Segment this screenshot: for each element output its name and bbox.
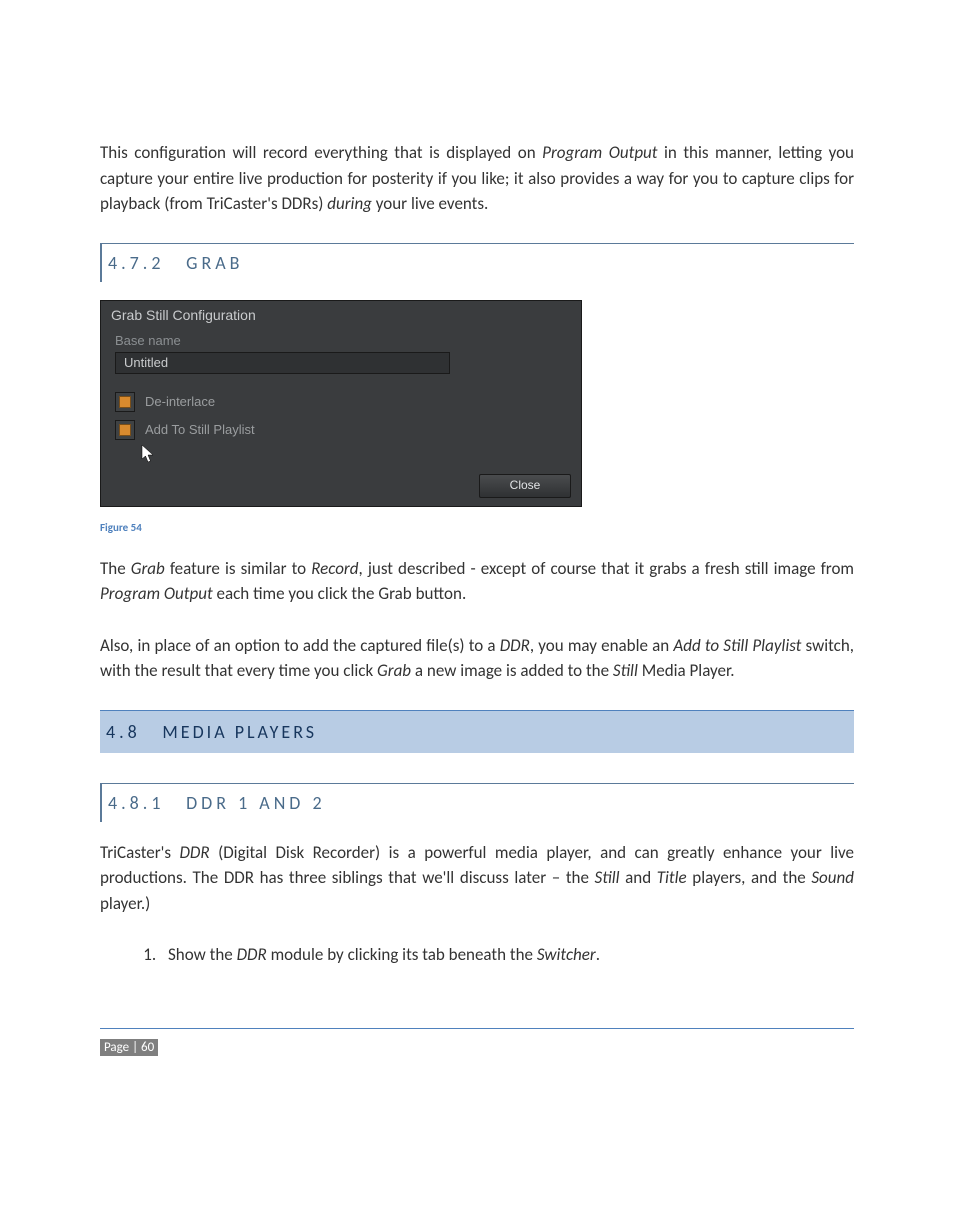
section-heading-grab: 4.7.2 GRAB: [100, 243, 854, 282]
text: Also, in place of an option to add the c…: [100, 635, 500, 656]
text-emphasis: Still: [613, 660, 638, 681]
text: a new image is added to the: [411, 660, 613, 681]
section-heading-ddr: 4.8.1 DDR 1 AND 2: [100, 783, 854, 822]
section-title: DDR 1 AND 2: [186, 792, 325, 814]
grab-still-configuration-panel: Grab Still Configuration Base name De-in…: [100, 300, 582, 507]
panel-title: Grab Still Configuration: [101, 301, 581, 327]
text-emphasis: Still: [595, 867, 620, 888]
grab-paragraph-2: Also, in place of an option to add the c…: [100, 633, 854, 684]
add-to-still-label: Add To Still Playlist: [145, 422, 255, 437]
section-title: GRAB: [186, 252, 243, 274]
text-emphasis: Program Output: [100, 583, 213, 604]
checkbox-check-icon: [119, 396, 131, 408]
text-emphasis: DDR: [500, 635, 530, 656]
text-emphasis: Add to Still Playlist: [673, 635, 801, 656]
section-title: MEDIA PLAYERS: [162, 721, 317, 743]
text: Media Player.: [638, 660, 735, 681]
figure-caption: Figure 54: [100, 521, 854, 534]
section-number: 4.8: [106, 721, 141, 743]
text-emphasis: Grab: [377, 660, 411, 681]
numbered-list: Show the DDR module by clicking its tab …: [100, 942, 854, 968]
add-to-still-row[interactable]: Add To Still Playlist: [115, 420, 571, 440]
text: players, and the: [687, 867, 812, 888]
text-emphasis: Title: [657, 867, 687, 888]
text: , you may enable an: [530, 635, 674, 656]
page-footer: Page | 60: [100, 1039, 158, 1056]
ddr-paragraph: TriCaster's DDR (Digital Disk Recorder) …: [100, 840, 854, 917]
list-item: Show the DDR module by clicking its tab …: [160, 942, 854, 968]
page: This configuration will record everythin…: [0, 0, 954, 1227]
text-emphasis: Record: [311, 558, 358, 579]
text-emphasis: Switcher: [537, 944, 596, 965]
text: This configuration will record everythin…: [100, 142, 542, 163]
text-emphasis: Program Output: [542, 142, 657, 163]
text: TriCaster's: [100, 842, 179, 863]
deinterlace-label: De-interlace: [145, 394, 215, 409]
cursor-wrap: [141, 444, 571, 464]
text: your live events.: [372, 193, 488, 214]
deinterlace-row[interactable]: De-interlace: [115, 392, 571, 412]
text: and: [620, 867, 657, 888]
panel-body: Base name De-interlace Add To Still Play…: [101, 327, 581, 474]
text: .: [596, 944, 600, 965]
text: , just described - except of course that…: [359, 558, 854, 579]
grab-paragraph-1: The Grab feature is similar to Record, j…: [100, 556, 854, 607]
text-emphasis: during: [327, 193, 372, 214]
text: player.): [100, 893, 150, 914]
section-heading-media-players: 4.8 MEDIA PLAYERS: [100, 710, 854, 753]
deinterlace-checkbox[interactable]: [115, 392, 135, 412]
section-number: 4.8.1: [108, 792, 164, 814]
checkbox-check-icon: [119, 424, 131, 436]
text-emphasis: DDR: [237, 944, 267, 965]
text-emphasis: Grab: [131, 558, 165, 579]
footer-rule: [100, 1028, 854, 1029]
text: Show the: [168, 944, 237, 965]
text-emphasis: Sound: [811, 867, 854, 888]
section-number: 4.7.2: [108, 252, 164, 274]
text-emphasis: DDR: [179, 842, 209, 863]
base-name-label: Base name: [115, 333, 571, 348]
text: module by clicking its tab beneath the: [267, 944, 537, 965]
close-button[interactable]: Close: [479, 474, 571, 498]
text: feature is similar to: [165, 558, 311, 579]
base-name-input[interactable]: [115, 352, 450, 374]
text: The: [100, 558, 131, 579]
intro-paragraph: This configuration will record everythin…: [100, 140, 854, 217]
button-row: Close: [101, 474, 581, 506]
add-to-still-checkbox[interactable]: [115, 420, 135, 440]
mouse-cursor-icon: [141, 444, 155, 464]
text: each time you click the Grab button.: [213, 583, 467, 604]
